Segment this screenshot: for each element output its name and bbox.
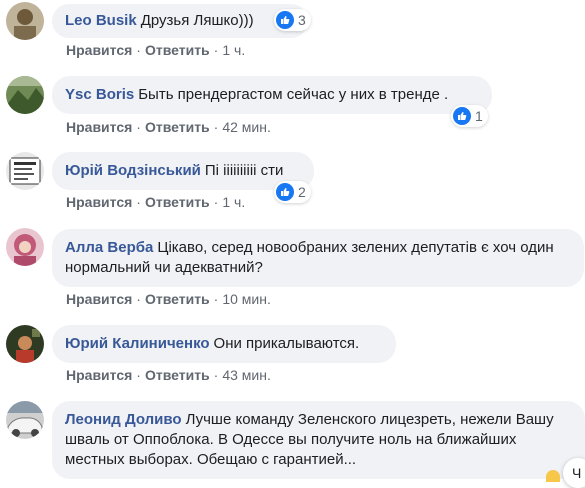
comment-author[interactable]: Юрий Калиниченко bbox=[65, 335, 210, 352]
separator: · bbox=[213, 291, 219, 307]
avatar-image bbox=[6, 2, 44, 40]
separator: · bbox=[136, 119, 141, 135]
comment-text: Они прикалываются. bbox=[213, 335, 360, 352]
comment-actions: Нравится · Ответить · 42 мин. bbox=[66, 119, 271, 135]
avatar-image bbox=[6, 152, 44, 190]
avatar-image bbox=[6, 401, 44, 439]
emoji-reaction-icon bbox=[546, 470, 560, 482]
separator: · bbox=[213, 119, 219, 135]
chat-badge-label: Ч bbox=[572, 465, 582, 481]
chat-badge[interactable]: Ч bbox=[563, 458, 585, 488]
comment-author[interactable]: Leo Busik bbox=[65, 12, 137, 29]
timestamp[interactable]: 42 мин. bbox=[222, 119, 271, 135]
like-link[interactable]: Нравится bbox=[66, 42, 132, 58]
reaction-count[interactable]: 1 bbox=[451, 105, 488, 127]
reaction-number: 2 bbox=[298, 184, 306, 200]
reply-link[interactable]: Ответить bbox=[145, 291, 210, 307]
comment-bubble: Leo Busik Друзья Ляшко))) bbox=[52, 4, 308, 38]
comment-bubble: Леонид Доливо Лучше команду Зеленского ли… bbox=[52, 401, 585, 479]
reaction-count[interactable]: 2 bbox=[274, 181, 311, 203]
reaction-count[interactable]: 3 bbox=[274, 9, 311, 31]
comment-actions: Нравится · Ответить · 10 мин. bbox=[66, 291, 271, 307]
comment-author[interactable]: Леонид Доливо bbox=[65, 411, 182, 428]
comment-bubble: Алла Верба Цікаво, серед новообраних зеле… bbox=[52, 229, 584, 287]
separator: · bbox=[213, 367, 219, 383]
comment-author[interactable]: Юрій Водзінський bbox=[65, 162, 201, 179]
reply-link[interactable]: Ответить bbox=[145, 119, 210, 135]
reply-link[interactable]: Ответить bbox=[145, 42, 210, 58]
avatar[interactable] bbox=[6, 228, 44, 266]
like-link[interactable]: Нравится bbox=[66, 291, 132, 307]
thumbs-up-icon bbox=[276, 11, 294, 29]
separator: · bbox=[213, 194, 219, 210]
reaction-number: 1 bbox=[475, 108, 483, 124]
separator: · bbox=[136, 42, 141, 58]
avatar-image bbox=[6, 228, 44, 266]
timestamp[interactable]: 1 ч. bbox=[222, 42, 245, 58]
reply-link[interactable]: Ответить bbox=[145, 194, 210, 210]
separator: · bbox=[136, 291, 141, 307]
comment-text: Друзья Ляшко))) bbox=[140, 12, 254, 29]
comment-bubble: Юрий Калиниченко Они прикалываются. bbox=[52, 325, 396, 363]
avatar[interactable] bbox=[6, 76, 44, 114]
timestamp[interactable]: 1 ч. bbox=[222, 194, 245, 210]
comment-actions: Нравится · Ответить · 1 ч. bbox=[66, 194, 245, 210]
comment-actions: Нравится · Ответить · 43 мин. bbox=[66, 367, 271, 383]
avatar[interactable] bbox=[6, 325, 44, 363]
avatar[interactable] bbox=[6, 401, 44, 439]
like-link[interactable]: Нравится bbox=[66, 367, 132, 383]
timestamp[interactable]: 43 мин. bbox=[222, 367, 271, 383]
separator: · bbox=[136, 194, 141, 210]
reaction-number: 3 bbox=[298, 12, 306, 28]
like-link[interactable]: Нравится bbox=[66, 119, 132, 135]
avatar-image bbox=[6, 76, 44, 114]
timestamp[interactable]: 10 мин. bbox=[222, 291, 271, 307]
thumbs-up-icon bbox=[276, 183, 294, 201]
avatar[interactable] bbox=[6, 152, 44, 190]
avatar[interactable] bbox=[6, 2, 44, 40]
separator: · bbox=[213, 42, 219, 58]
avatar-image bbox=[6, 325, 44, 363]
comment-actions: Нравится · Ответить · 1 ч. bbox=[66, 42, 245, 58]
like-link[interactable]: Нравится bbox=[66, 194, 132, 210]
comment-author[interactable]: Алла Верба bbox=[65, 239, 153, 256]
separator: · bbox=[136, 367, 141, 383]
comment-bubble: Юрій Водзінський Пі іііііііііі сти bbox=[52, 152, 314, 190]
comment-bubble: Ysc Boris Быть прендергастом сейчас у них… bbox=[52, 76, 492, 114]
comment-text: Пі іііііііііі сти bbox=[204, 162, 284, 179]
reply-link[interactable]: Ответить bbox=[145, 367, 210, 383]
comment-author[interactable]: Ysc Boris bbox=[65, 86, 134, 103]
comment-text: Быть прендергастом сейчас у них в тренде… bbox=[138, 86, 449, 103]
thumbs-up-icon bbox=[453, 107, 471, 125]
